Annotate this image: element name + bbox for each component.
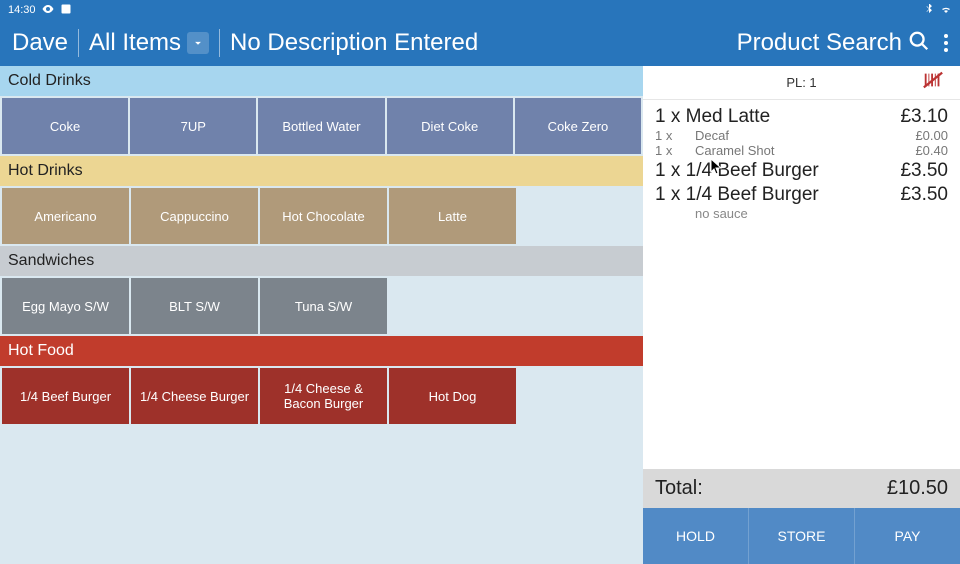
status-bar: 14:30 [0,0,960,20]
user-name[interactable]: Dave [12,29,68,57]
product-search-label[interactable]: Product Search [737,29,902,57]
ticket-line[interactable]: 1 x 1/4 Beef Burger £3.50 [655,184,948,206]
price-level-label: PL: 1 [786,75,816,90]
product-hot-chocolate[interactable]: Hot Chocolate [260,188,387,244]
product-bottled-water[interactable]: Bottled Water [258,98,384,154]
product-diet-coke[interactable]: Diet Coke [387,98,513,154]
hold-button[interactable]: HOLD [643,508,749,564]
product-egg-mayo[interactable]: Egg Mayo S/W [2,278,129,334]
items-filter-dropdown[interactable]: All Items [89,29,209,57]
product-cheese-burger[interactable]: 1/4 Cheese Burger [131,368,258,424]
product-blt[interactable]: BLT S/W [131,278,258,334]
line-price: £3.50 [900,184,948,206]
filter-label: All Items [89,29,181,57]
action-buttons: HOLD STORE PAY [643,508,960,564]
ticket-lines: 1 x Med Latte £3.10 1 x Decaf £0.00 1 x … [643,100,960,469]
menu-dots-icon[interactable] [944,34,948,52]
product-7up[interactable]: 7UP [130,98,256,154]
category-header-hot-food: Hot Food [0,336,643,366]
eye-icon [42,3,54,18]
line-price: £3.50 [900,160,948,182]
category-header-sandwiches: Sandwiches [0,246,643,276]
ticket-line[interactable]: 1 x 1/4 Beef Burger £3.50 [655,160,948,182]
status-time: 14:30 [8,4,36,16]
ticket-modifier[interactable]: 1 x Caramel Shot £0.40 [655,143,948,158]
divider [219,29,220,57]
category-header-cold-drinks: Cold Drinks [0,66,643,96]
product-hot-dog[interactable]: Hot Dog [389,368,516,424]
divider [78,29,79,57]
ticket-header: PL: 1 [643,66,960,100]
product-americano[interactable]: Americano [2,188,129,244]
product-cheese-bacon-burger[interactable]: 1/4 Cheese & Bacon Burger [260,368,387,424]
line-price: £3.10 [900,106,948,128]
bluetooth-icon [924,4,934,17]
ticket-line[interactable]: 1 x Med Latte £3.10 [655,106,948,128]
no-barcode-icon[interactable] [922,69,944,96]
search-icon[interactable] [908,30,930,57]
product-coke-zero[interactable]: Coke Zero [515,98,641,154]
pay-button[interactable]: PAY [855,508,960,564]
ticket-panel: PL: 1 1 x Med Latte £3.10 1 x Decaf £0.0… [643,66,960,564]
total-row: Total: £10.50 [643,469,960,508]
product-cappuccino[interactable]: Cappuccino [131,188,258,244]
chevron-down-icon [187,32,209,54]
product-coke[interactable]: Coke [2,98,128,154]
total-amount: £10.50 [887,477,948,500]
category-header-hot-drinks: Hot Drinks [0,156,643,186]
product-latte[interactable]: Latte [389,188,516,244]
total-label: Total: [655,477,703,500]
title-bar: Dave All Items No Description Entered Pr… [0,20,960,66]
ticket-modifier[interactable]: 1 x Decaf £0.00 [655,128,948,143]
wifi-icon [940,3,952,18]
product-beef-burger[interactable]: 1/4 Beef Burger [2,368,129,424]
description-text[interactable]: No Description Entered [230,29,478,57]
product-tuna[interactable]: Tuna S/W [260,278,387,334]
app-icon [60,3,72,18]
products-panel: Cold Drinks Coke 7UP Bottled Water Diet … [0,66,643,564]
ticket-note[interactable]: no sauce [655,206,948,221]
store-button[interactable]: STORE [749,508,855,564]
